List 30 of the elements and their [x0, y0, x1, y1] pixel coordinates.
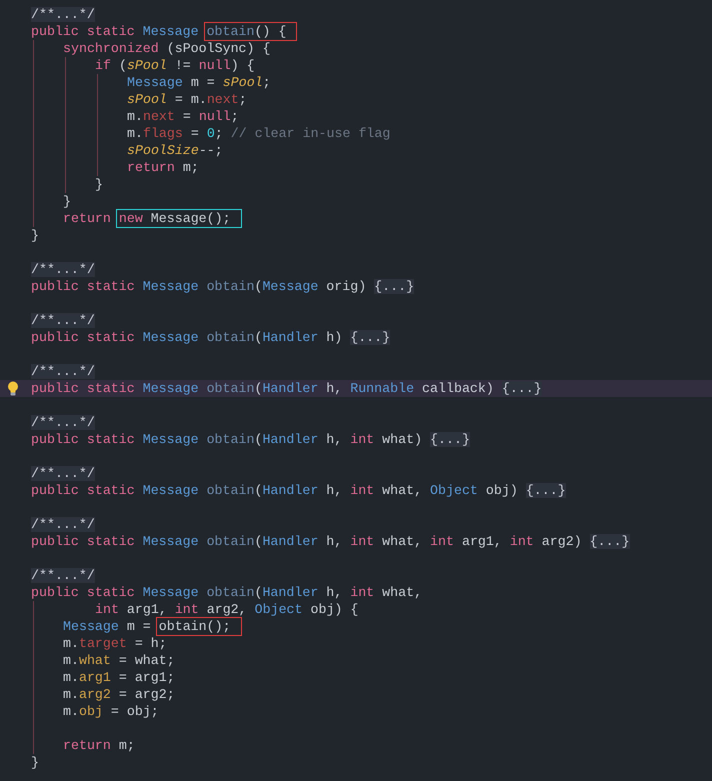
code-line: return m; — [63, 737, 135, 754]
lightbulb-icon[interactable] — [6, 381, 20, 396]
code-line: } — [95, 176, 103, 193]
code-line: public static Message obtain(Handler h) {...} — [31, 329, 390, 346]
code-line: public static Message obtain(Handler h, int what) {...} — [31, 431, 470, 448]
code-line: m.what = what; — [63, 652, 175, 669]
code-line: public static Message obtain(Handler h, int what, — [31, 584, 422, 601]
code-line: return m; — [127, 159, 199, 176]
code-line: Message m = obtain(); — [63, 618, 242, 635]
code-line: public static Message obtain(Handler h, int what, Object obj) {...} — [31, 482, 566, 499]
code-line: } — [31, 754, 39, 771]
code-line: public static Message obtain() { — [31, 23, 298, 40]
code-line: public static Message obtain(Message orig) {...} — [31, 278, 414, 295]
code-line: m.next = null; — [127, 108, 239, 125]
code-line: } — [63, 193, 71, 210]
code-line: synchronized (sPoolSync) { — [63, 40, 270, 57]
code-line: Message m = sPool; — [127, 74, 271, 91]
code-line: m.arg1 = arg1; — [63, 669, 175, 686]
code-line: if (sPool != null) { — [95, 57, 255, 74]
code-line: sPool = m.next; — [127, 91, 247, 108]
code-line: m.obj = obj; — [63, 703, 159, 720]
code-line: public static Message obtain(Handler h, Runnable callback) {...} — [31, 380, 542, 397]
code-line: m.flags = 0; // clear in-use flag — [127, 125, 390, 142]
code-line: sPoolSize--; — [127, 142, 223, 159]
code-line: int arg1, int arg2, Object obj) { — [95, 601, 358, 618]
code-line: public static Message obtain(Handler h, int what, int arg1, int arg2) {...} — [31, 533, 630, 550]
code-line: return new Message(); — [63, 210, 242, 227]
code-line: } — [31, 227, 39, 244]
code-line: m.arg2 = arg2; — [63, 686, 175, 703]
code-line: m.target = h; — [63, 635, 167, 652]
